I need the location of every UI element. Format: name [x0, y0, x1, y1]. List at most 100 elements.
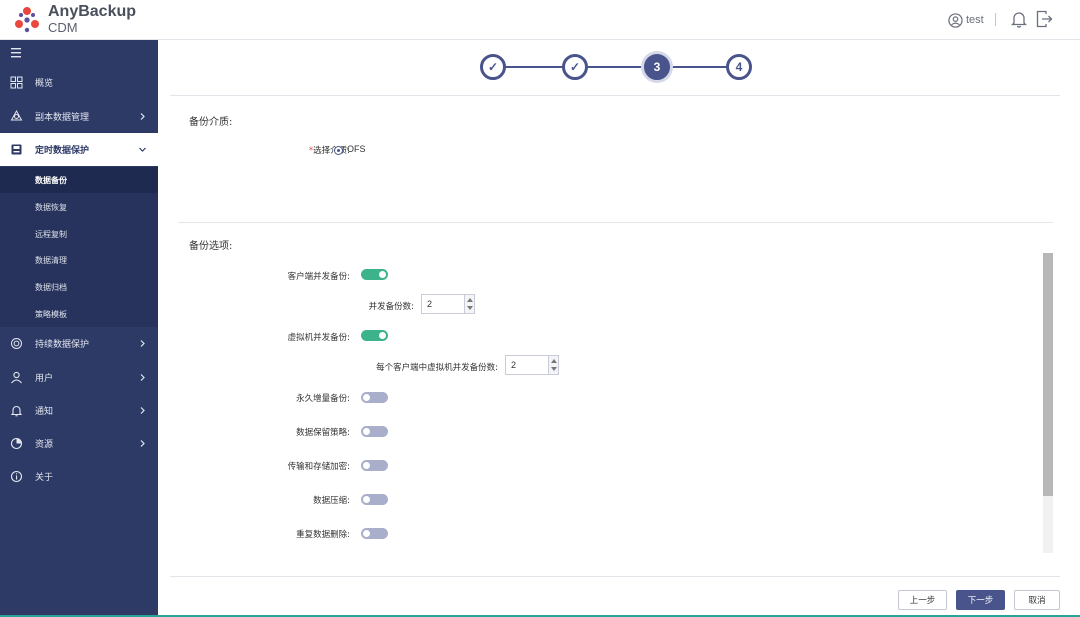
brand: AnyBackup CDM [48, 3, 137, 35]
concurrent-count-label: 并发备份数: [368, 302, 414, 312]
step-connector [506, 66, 566, 68]
vm-per-client-value: 2 [511, 360, 517, 370]
forever-incremental-label: 永久增量备份: [296, 394, 350, 404]
user-circle-icon [948, 12, 963, 28]
encryption-label: 传输和存储加密: [287, 462, 350, 472]
options-scrollbar[interactable] [1043, 253, 1053, 553]
chevron-down-icon [139, 147, 146, 152]
submenu-item-data-restore[interactable]: 数据恢复 [0, 194, 158, 220]
backup-media-section-title: 备份介质: [189, 117, 233, 128]
submenu-item-remote-replication[interactable]: 远程复制 [0, 221, 158, 247]
submenu-item-data-backup[interactable]: 数据备份 [0, 167, 158, 193]
sidebar-item-overview[interactable]: 概览 [0, 66, 158, 99]
ofs-radio-label[interactable]: OFS [347, 144, 366, 154]
submenu-item-data-cleanup[interactable]: 数据清理 [0, 247, 158, 273]
bell-icon[interactable] [1011, 10, 1027, 28]
sidebar-item-scheduled-protection[interactable]: 定时数据保护 [0, 133, 158, 166]
user-menu[interactable]: test [948, 10, 984, 30]
top-header: AnyBackup CDM test [0, 0, 1080, 40]
hamburger-menu-icon[interactable] [11, 47, 25, 59]
step-1: ✓ [480, 54, 506, 80]
arrow-up-icon[interactable] [467, 298, 473, 302]
continuous-protect-icon [11, 338, 22, 349]
arrow-down-icon[interactable] [467, 306, 473, 310]
sidebar-item-label: 定时数据保护 [35, 146, 90, 156]
encryption-toggle[interactable] [361, 460, 388, 471]
backup-options-section-title: 备份选项: [189, 241, 233, 252]
vm-concurrent-label: 虚拟机并发备份: [287, 333, 350, 343]
sidebar-item-notifications[interactable]: 通知 [0, 394, 158, 427]
anybackup-logo-icon [15, 7, 39, 33]
brand-name: AnyBackup [48, 3, 137, 20]
dedup-toggle[interactable] [361, 528, 388, 539]
compression-label: 数据压缩: [313, 496, 350, 506]
submenu-item-policy-template[interactable]: 策略模板 [0, 301, 158, 327]
submenu-item-label: 数据备份 [35, 175, 67, 185]
sidebar-item-about[interactable]: 关于 [0, 460, 158, 493]
sidebar-item-continuous-protection[interactable]: 持续数据保护 [0, 327, 158, 360]
vm-per-client-stepper[interactable]: 2 [505, 355, 559, 375]
main-content: ✓ ✓ 3 4 备份介质: *选择介质: OFS 备份选项: 客户端并发备份: … [158, 40, 1080, 617]
chevron-right-icon [140, 407, 145, 414]
toggle-knob [363, 462, 370, 469]
sidebar-item-label: 用户 [35, 374, 54, 384]
scrollbar-thumb[interactable] [1043, 253, 1053, 496]
submenu-item-label: 数据恢复 [35, 202, 67, 212]
cancel-button[interactable]: 取消 [1014, 590, 1060, 610]
next-step-button[interactable]: 下一步 [956, 590, 1005, 610]
submenu-item-label: 数据归档 [35, 282, 67, 292]
forever-incremental-toggle[interactable] [361, 392, 388, 403]
schedule-protect-icon [11, 144, 22, 155]
submenu-item-label: 远程复制 [35, 229, 67, 239]
concurrent-count-stepper[interactable]: 2 [421, 294, 475, 314]
sidebar-item-label: 关于 [35, 473, 54, 483]
copy-data-icon [10, 110, 23, 121]
toggle-knob [363, 428, 370, 435]
toggle-knob [363, 496, 370, 503]
arrow-down-icon[interactable] [551, 367, 557, 371]
vm-concurrent-toggle[interactable] [361, 330, 388, 341]
client-concurrent-toggle[interactable] [361, 269, 388, 280]
sidebar-item-copy-data[interactable]: 副本数据管理 [0, 100, 158, 133]
user-icon [11, 371, 22, 384]
concurrent-count-value: 2 [427, 299, 433, 309]
step-3: 3 [644, 54, 670, 80]
sidebar-item-users[interactable]: 用户 [0, 361, 158, 394]
bell-icon [10, 405, 23, 417]
step-connector [670, 66, 730, 68]
chevron-right-icon [140, 374, 145, 381]
scheduled-protection-submenu: 数据备份 数据恢复 远程复制 数据清理 数据归档 策略模板 [0, 167, 158, 327]
arrow-up-icon[interactable] [551, 359, 557, 363]
step-connector [588, 66, 648, 68]
retention-policy-label: 数据保留策略: [296, 428, 350, 438]
sidebar-item-resources[interactable]: 资源 [0, 427, 158, 460]
divider [170, 95, 1060, 96]
divider [178, 222, 1053, 223]
toggle-knob [363, 394, 370, 401]
step-2: ✓ [562, 54, 588, 80]
chevron-right-icon [140, 440, 145, 447]
sidebar-item-label: 概览 [35, 79, 54, 89]
sidebar-item-label: 通知 [35, 407, 54, 417]
compression-toggle[interactable] [361, 494, 388, 505]
client-concurrent-label: 客户端并发备份: [287, 272, 350, 282]
prev-step-button[interactable]: 上一步 [898, 590, 947, 610]
brand-subtitle: CDM [48, 20, 78, 35]
stepper-arrows[interactable] [464, 295, 474, 313]
grid-icon [10, 76, 23, 89]
toggle-knob [379, 271, 386, 278]
sidebar: 概览 副本数据管理 定时数据保护 数据备份 数据恢复 远程复制 数据清理 数据归… [0, 40, 158, 617]
logout-icon[interactable] [1036, 10, 1053, 28]
submenu-item-label: 策略模板 [35, 309, 67, 319]
sidebar-item-label: 副本数据管理 [35, 113, 90, 123]
submenu-item-data-archive[interactable]: 数据归档 [0, 274, 158, 300]
sidebar-item-label: 资源 [35, 440, 54, 450]
ofs-radio[interactable] [334, 146, 343, 155]
retention-policy-toggle[interactable] [361, 426, 388, 437]
stepper-arrows[interactable] [548, 356, 558, 374]
select-media-label: *选择介质: [308, 146, 350, 156]
header-separator [995, 13, 996, 26]
vm-per-client-label: 每个客户端中虚拟机并发备份数: [376, 363, 498, 373]
divider [170, 576, 1060, 577]
toggle-knob [379, 332, 386, 339]
